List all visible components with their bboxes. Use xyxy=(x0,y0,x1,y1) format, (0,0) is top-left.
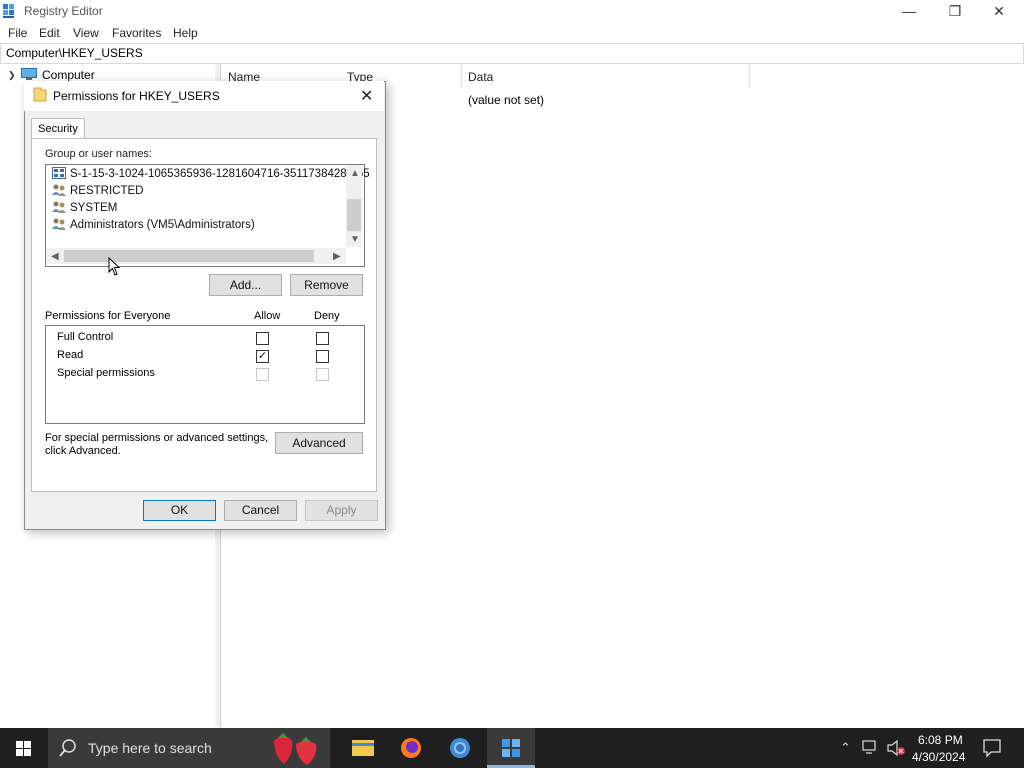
tab-security[interactable]: Security xyxy=(31,118,85,139)
special-deny-checkbox xyxy=(316,368,329,381)
chevron-up-icon[interactable]: ⌃ xyxy=(840,740,851,756)
permission-special: Special permissions xyxy=(57,367,155,379)
list-item-label: SYSTEM xyxy=(70,202,118,214)
strawberry-icon[interactable] xyxy=(270,730,324,766)
list-item[interactable]: RESTRICTED xyxy=(52,184,143,200)
horizontal-scroll-thumb[interactable] xyxy=(64,250,314,262)
users-icon xyxy=(52,184,66,196)
list-item[interactable]: SYSTEM xyxy=(52,201,117,217)
list-item[interactable]: Administrators (VM5\Administrators) xyxy=(52,218,255,234)
special-allow-checkbox xyxy=(256,368,269,381)
add-button[interactable]: Add... xyxy=(209,274,282,296)
network-icon[interactable] xyxy=(862,739,880,755)
list-item[interactable]: S-1-15-3-1024-1065365936-1281604716-3511… xyxy=(52,167,370,183)
volume-muted-icon[interactable] xyxy=(886,739,906,757)
title-bar xyxy=(0,0,1024,22)
vertical-scroll-thumb[interactable] xyxy=(347,199,361,231)
list-item-label: S-1-15-3-1024-1065365936-1281604716-3511… xyxy=(70,168,370,180)
close-icon[interactable]: ✕ xyxy=(976,0,1022,22)
search-placeholder: Type here to search xyxy=(88,740,212,756)
computer-icon xyxy=(21,68,37,80)
app-package-icon xyxy=(52,167,66,179)
cancel-button[interactable]: Cancel xyxy=(224,500,297,521)
group-names-label: Group or user names: xyxy=(45,148,152,160)
tree-root-computer[interactable]: Computer xyxy=(42,68,95,82)
menu-view[interactable]: View xyxy=(73,26,99,40)
users-icon xyxy=(52,201,66,213)
scroll-down-icon[interactable]: ▼ xyxy=(350,234,360,245)
read-allow-checkbox[interactable]: ✓ xyxy=(256,350,269,363)
ok-button[interactable]: OK xyxy=(143,500,216,521)
address-text: Computer\HKEY_USERS xyxy=(6,46,143,60)
notifications-icon[interactable] xyxy=(982,738,1002,758)
restore-icon[interactable]: ❐ xyxy=(932,0,978,22)
clock-date[interactable]: 4/30/2024 xyxy=(912,750,965,764)
users-icon xyxy=(52,218,66,230)
advanced-description: For special permissions or advanced sett… xyxy=(45,432,269,457)
menu-favorites[interactable]: Favorites xyxy=(112,26,161,40)
permission-read: Read xyxy=(57,349,84,361)
advanced-button[interactable]: Advanced xyxy=(275,432,363,454)
dialog-title: Permissions for HKEY_USERS xyxy=(53,89,220,103)
full-control-allow-checkbox[interactable] xyxy=(256,332,269,345)
mouse-cursor-icon xyxy=(108,257,120,276)
column-header-data[interactable]: Data xyxy=(468,70,493,84)
menu-edit[interactable]: Edit xyxy=(39,26,60,40)
full-control-deny-checkbox[interactable] xyxy=(316,332,329,345)
chevron-down-icon[interactable]: ❯ xyxy=(8,70,16,81)
search-icon xyxy=(59,739,76,757)
deny-column-header: Deny xyxy=(314,310,340,322)
menu-help[interactable]: Help xyxy=(173,26,198,40)
allow-column-header: Allow xyxy=(254,310,281,322)
chrome-icon[interactable] xyxy=(436,728,484,768)
list-item-label: RESTRICTED xyxy=(70,185,144,197)
registry-editor-icon xyxy=(3,4,14,18)
folder-icon xyxy=(33,87,47,102)
column-divider[interactable] xyxy=(749,64,750,88)
permissions-label: Permissions for Everyone xyxy=(45,310,171,322)
permission-full-control: Full Control xyxy=(57,331,114,343)
window-title: Registry Editor xyxy=(24,4,103,18)
file-explorer-icon[interactable] xyxy=(339,728,387,768)
column-divider[interactable] xyxy=(461,64,462,88)
registry-editor-taskbar-icon[interactable] xyxy=(487,728,535,768)
list-item-label: Administrators (VM5\Administrators) xyxy=(70,219,255,231)
menu-file[interactable]: File xyxy=(8,26,27,40)
address-bar[interactable] xyxy=(0,43,1024,64)
windows-start-icon[interactable] xyxy=(0,728,48,768)
clock-time[interactable]: 6:08 PM xyxy=(918,733,963,747)
scroll-right-icon[interactable]: ▶ xyxy=(333,251,341,262)
value-data-cell[interactable]: (value not set) xyxy=(468,93,544,107)
scroll-left-icon[interactable]: ◀ xyxy=(51,251,59,262)
close-icon[interactable]: ✕ xyxy=(360,86,373,106)
scroll-up-icon[interactable]: ▲ xyxy=(350,168,360,179)
firefox-icon[interactable] xyxy=(387,728,435,768)
apply-button: Apply xyxy=(305,500,378,521)
remove-button[interactable]: Remove xyxy=(290,274,363,296)
minimize-icon[interactable]: — xyxy=(886,0,932,22)
read-deny-checkbox[interactable] xyxy=(316,350,329,363)
